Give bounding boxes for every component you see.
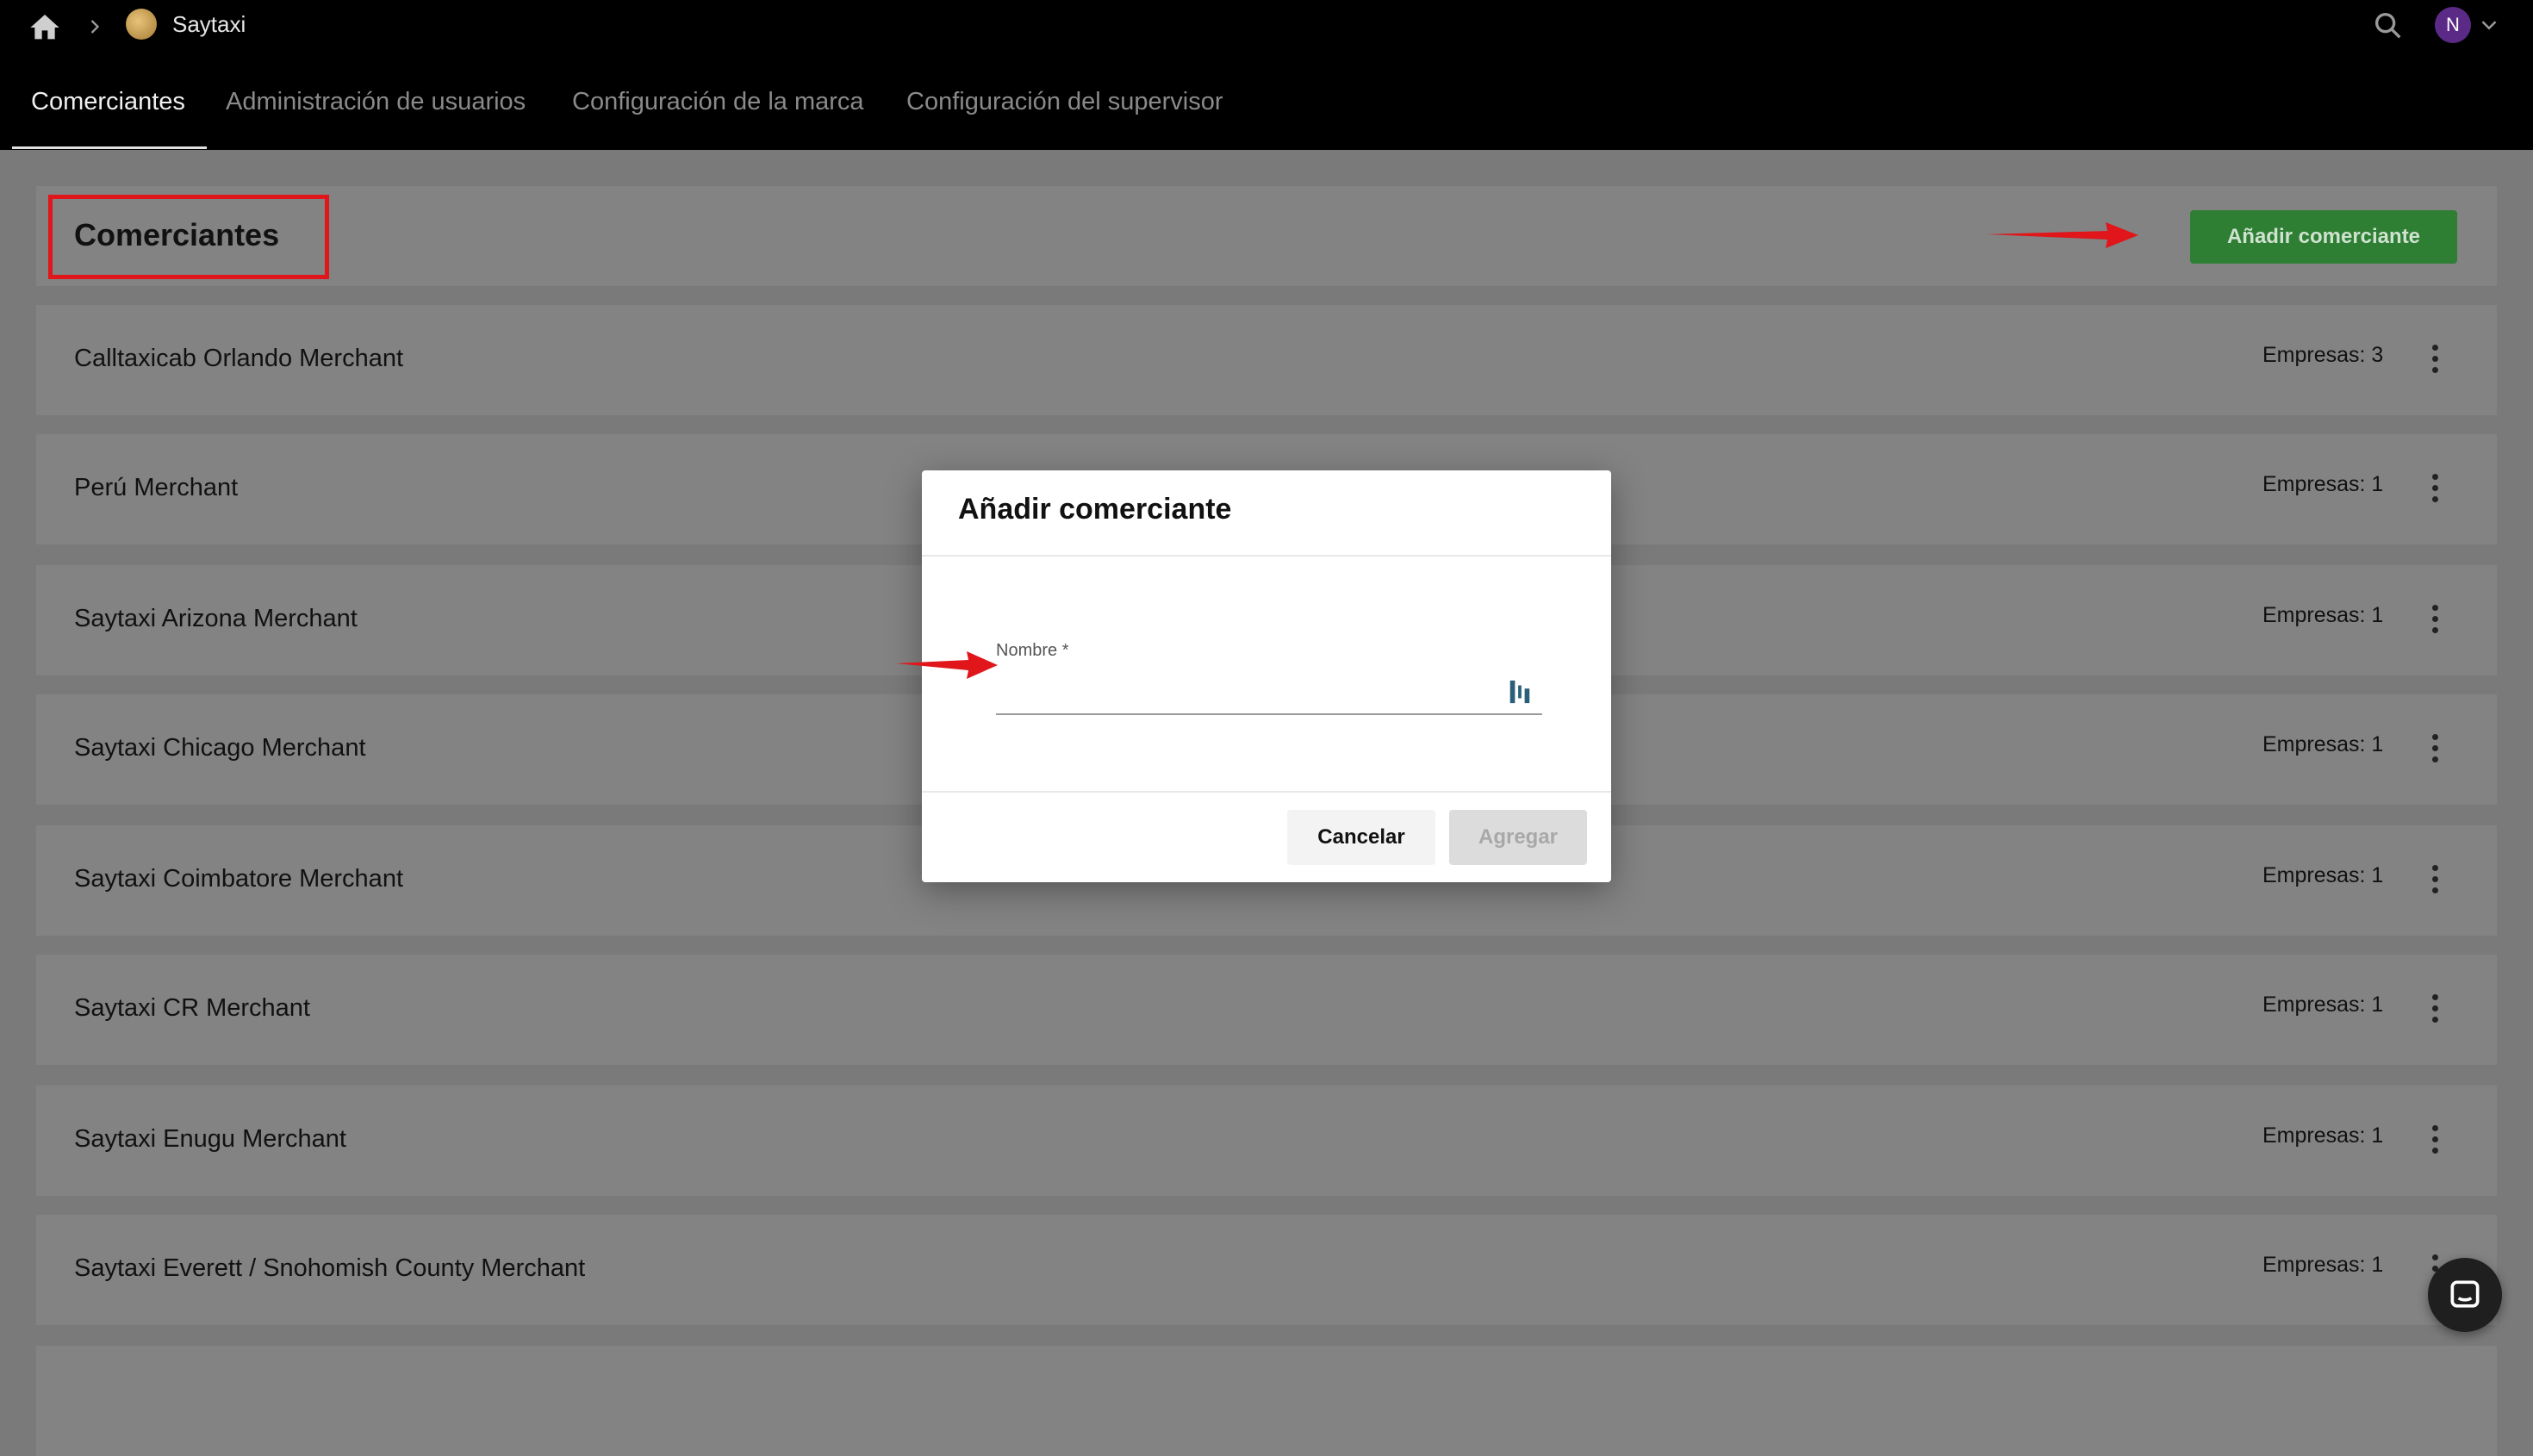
company-count: Empresas: 1 [2262, 472, 2384, 496]
name-input[interactable] [996, 672, 1542, 715]
chat-icon [2450, 1280, 2480, 1308]
search-icon[interactable] [2371, 9, 2405, 43]
more-options-icon[interactable] [2426, 605, 2443, 636]
password-manager-icon[interactable] [1508, 679, 1532, 705]
merchant-name: Saytaxi Chicago Merchant [74, 734, 366, 762]
merchant-name: Saytaxi Enugu Merchant [74, 1125, 346, 1153]
add-merchant-button[interactable]: Añadir comerciante [2190, 210, 2457, 264]
merchant-name: Perú Merchant [74, 474, 239, 501]
brand-logo [126, 9, 157, 40]
merchant-name: Saytaxi Coimbatore Merchant [74, 865, 403, 893]
more-options-icon[interactable] [2426, 865, 2443, 896]
tab-bar: Comerciantes Administración de usuarios … [0, 62, 2533, 150]
company-count: Empresas: 1 [2262, 603, 2384, 627]
home-icon[interactable] [28, 10, 62, 45]
more-options-icon[interactable] [2426, 474, 2443, 505]
tab-configuracion-marca[interactable]: Configuración de la marca [572, 88, 864, 116]
more-options-icon[interactable] [2426, 994, 2443, 1025]
submit-button[interactable]: Agregar [1449, 810, 1587, 865]
cancel-button[interactable]: Cancelar [1287, 810, 1435, 865]
more-options-icon[interactable] [2426, 734, 2443, 765]
brand-name[interactable]: Saytaxi [172, 11, 246, 38]
chevron-right-icon [90, 20, 100, 34]
company-count: Empresas: 1 [2262, 732, 2384, 756]
list-item[interactable]: Saytaxi CR Merchant Empresas: 1 [36, 955, 2497, 1065]
tab-comerciantes[interactable]: Comerciantes [31, 88, 185, 116]
add-merchant-dialog: Añadir comerciante Nombre * Cancelar Agr… [922, 470, 1611, 882]
annotation-arrow-icon [1987, 222, 2138, 248]
list-item[interactable]: Saytaxi Everett / Snohomish County Merch… [36, 1215, 2497, 1325]
tab-configuracion-supervisor[interactable]: Configuración del supervisor [906, 88, 1223, 116]
more-options-icon[interactable] [2426, 345, 2443, 376]
company-count: Empresas: 3 [2262, 343, 2384, 367]
merchant-name: Saytaxi Arizona Merchant [74, 605, 358, 632]
top-bar: Saytaxi N [0, 0, 2533, 62]
merchant-name: Saytaxi Everett / Snohomish County Merch… [74, 1254, 586, 1282]
dialog-title: Añadir comerciante [958, 493, 1232, 526]
annotation-box [48, 195, 329, 279]
list-item[interactable] [36, 1346, 2497, 1456]
name-field-label: Nombre * [996, 641, 1069, 660]
chat-launcher-button[interactable] [2428, 1258, 2502, 1332]
list-item[interactable]: Calltaxicab Orlando Merchant Empresas: 3 [36, 305, 2497, 415]
merchant-name: Saytaxi CR Merchant [74, 994, 310, 1022]
company-count: Empresas: 1 [2262, 1123, 2384, 1148]
merchant-name: Calltaxicab Orlando Merchant [74, 345, 404, 372]
chevron-down-icon[interactable] [2476, 12, 2502, 38]
dialog-divider [922, 791, 1611, 793]
active-tab-indicator [12, 146, 207, 149]
company-count: Empresas: 1 [2262, 863, 2384, 887]
tab-administracion-usuarios[interactable]: Administración de usuarios [226, 88, 526, 116]
avatar-initial: N [2446, 14, 2460, 35]
list-item[interactable]: Saytaxi Enugu Merchant Empresas: 1 [36, 1086, 2497, 1196]
company-count: Empresas: 1 [2262, 1253, 2384, 1277]
annotation-arrow-icon [896, 651, 998, 679]
avatar[interactable]: N [2435, 7, 2471, 43]
dialog-divider [922, 555, 1611, 557]
more-options-icon[interactable] [2426, 1125, 2443, 1156]
company-count: Empresas: 1 [2262, 992, 2384, 1017]
